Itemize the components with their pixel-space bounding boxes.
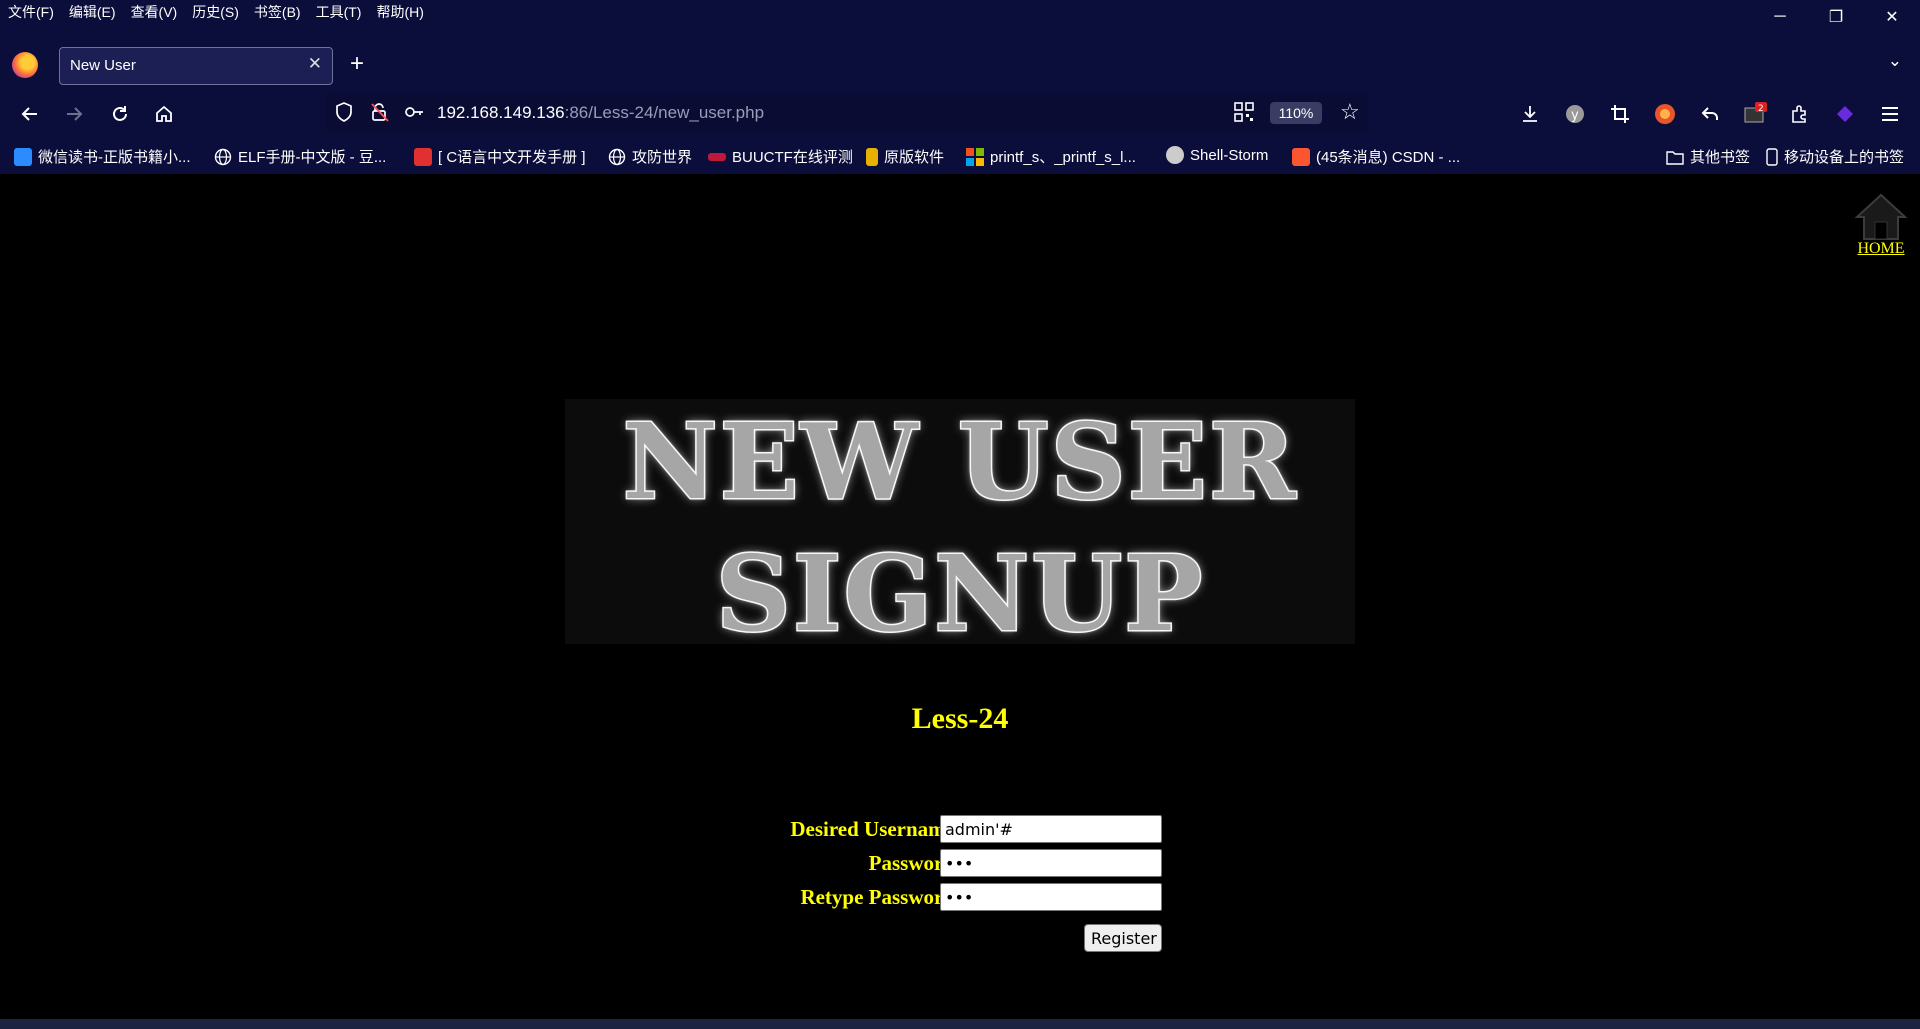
menu-tools[interactable]: 工具(T): [308, 1, 369, 23]
original-software-icon: [866, 147, 878, 166]
globe-icon: [608, 148, 626, 166]
close-window-button[interactable]: ✕: [1864, 0, 1920, 34]
page-content: HOME NEW USER SIGNUP Less-24 Desired Use…: [0, 174, 1920, 1019]
fox-extension-icon[interactable]: [1651, 100, 1679, 128]
menu-view[interactable]: 查看(V): [123, 1, 185, 23]
menu-history[interactable]: 历史(S): [184, 1, 246, 23]
new-user-signup-banner: NEW USER SIGNUP: [565, 399, 1355, 650]
other-bookmarks-label: 其他书签: [1690, 149, 1751, 166]
mobile-bookmarks-label: 移动设备上的书签: [1784, 149, 1905, 166]
browser-chrome: 文件(F) 编辑(E) 查看(V) 历史(S) 书签(B) 工具(T) 帮助(H…: [0, 0, 1920, 174]
username-label: Desired Username:: [790, 817, 962, 841]
home-icon[interactable]: [148, 98, 180, 130]
bookmark-label: 原版软件: [884, 149, 945, 166]
qr-code-icon[interactable]: [1234, 102, 1254, 127]
home-link[interactable]: HOME: [1854, 192, 1908, 258]
bookmark-label: 微信读书-正版书籍小...: [38, 149, 191, 166]
bookmark-item[interactable]: BUUCTF在线评测: [708, 146, 853, 167]
downloads-icon[interactable]: [1516, 100, 1544, 128]
username-input[interactable]: [940, 815, 1162, 843]
folder-icon: [1666, 148, 1684, 166]
undo-icon[interactable]: [1696, 100, 1724, 128]
bookmark-item[interactable]: 攻防世界: [608, 146, 692, 167]
bookmark-label: BUUCTF在线评测: [732, 149, 853, 166]
hamburger-menu-icon[interactable]: [1876, 100, 1904, 128]
shield-icon[interactable]: [335, 102, 353, 127]
bookmark-item[interactable]: Shell-Storm: [1166, 146, 1268, 164]
mobile-device-icon: [1766, 147, 1778, 166]
retype-password-label: Retype Password:: [800, 885, 962, 909]
purple-diamond-extension-icon[interactable]: [1831, 100, 1859, 128]
hackbar-extension-icon[interactable]: 2: [1741, 100, 1769, 128]
url-path: :86/Less-24/new_user.php: [564, 103, 765, 122]
tab-strip: New User ✕ + ⌄: [0, 44, 1920, 88]
crop-icon[interactable]: [1606, 100, 1634, 128]
tab-close-icon[interactable]: ✕: [308, 54, 322, 74]
menu-bar: 文件(F) 编辑(E) 查看(V) 历史(S) 书签(B) 工具(T) 帮助(H…: [0, 0, 1920, 24]
bookmark-item[interactable]: ELF手册-中文版 - 豆...: [214, 146, 386, 167]
retype-password-row: Retype Password:: [740, 882, 1170, 912]
svg-text:2: 2: [1758, 104, 1764, 114]
forward-icon[interactable]: [58, 98, 90, 130]
back-icon[interactable]: [14, 98, 46, 130]
bookmark-star-icon[interactable]: ☆: [1340, 99, 1360, 125]
nav-bar: 192.168.149.136:86/Less-24/new_user.php …: [0, 92, 1920, 136]
password-row: Password:: [740, 848, 1170, 878]
menu-bookmarks[interactable]: 书签(B): [246, 1, 308, 23]
bookmark-label: 攻防世界: [632, 149, 693, 166]
url-host: 192.168.149.136: [437, 103, 565, 122]
yandex-extension-icon[interactable]: y: [1561, 100, 1589, 128]
restore-button[interactable]: ❐: [1808, 0, 1864, 34]
csdn-icon: [1292, 147, 1310, 166]
firefox-logo-icon: [12, 52, 38, 78]
buuctf-icon: [708, 152, 726, 161]
url-text[interactable]: 192.168.149.136:86/Less-24/new_user.php: [437, 103, 764, 123]
home-house-icon[interactable]: [1854, 192, 1908, 242]
c-manual-icon: [414, 147, 432, 166]
retype-password-input[interactable]: [940, 883, 1162, 911]
bookmark-label: ELF手册-中文版 - 豆...: [238, 149, 387, 166]
insecure-lock-icon[interactable]: [371, 102, 389, 127]
bookmark-label: Shell-Storm: [1190, 146, 1269, 164]
url-bar[interactable]: 192.168.149.136:86/Less-24/new_user.php …: [326, 93, 1368, 133]
bookmarks-toolbar: 微信读书-正版书籍小... ELF手册-中文版 - 豆... [ C语言中文开发…: [0, 140, 1920, 172]
username-row: Desired Username:: [740, 814, 1170, 844]
bookmark-item[interactable]: 微信读书-正版书籍小...: [14, 146, 191, 167]
bookmark-label: (45条消息) CSDN - ...: [1316, 149, 1461, 166]
globe-icon: [214, 148, 232, 166]
list-all-tabs-icon[interactable]: ⌄: [1888, 51, 1902, 71]
shell-storm-icon: [1166, 146, 1184, 164]
other-bookmarks-folder[interactable]: 其他书签: [1666, 146, 1750, 167]
home-text[interactable]: HOME: [1854, 240, 1908, 258]
menu-edit[interactable]: 编辑(E): [61, 1, 123, 23]
microsoft-icon: [966, 147, 984, 166]
menu-file[interactable]: 文件(F): [0, 1, 61, 23]
key-icon[interactable]: [404, 102, 424, 127]
extensions-puzzle-icon[interactable]: [1786, 100, 1814, 128]
register-button[interactable]: Register: [1084, 924, 1162, 952]
banner-line-1: NEW USER: [621, 400, 1298, 523]
bookmark-item[interactable]: [ C语言中文开发手册 ]: [414, 146, 586, 167]
svg-text:y: y: [1571, 108, 1579, 123]
window-controls: ─ ❐ ✕: [1752, 0, 1920, 34]
bookmark-label: [ C语言中文开发手册 ]: [438, 149, 586, 166]
bookmark-item[interactable]: (45条消息) CSDN - ...: [1292, 146, 1460, 167]
menu-help[interactable]: 帮助(H): [368, 1, 430, 23]
tab-new-user[interactable]: New User ✕: [59, 47, 333, 85]
bookmark-label: printf_s、_printf_s_l...: [990, 149, 1136, 166]
bookmark-item[interactable]: 原版软件: [866, 146, 944, 167]
mobile-bookmarks-folder[interactable]: 移动设备上的书签: [1766, 146, 1904, 167]
zoom-level-badge[interactable]: 110%: [1270, 102, 1322, 124]
minimize-button[interactable]: ─: [1752, 0, 1808, 34]
level-title: Less-24: [911, 702, 1009, 735]
new-tab-button[interactable]: +: [350, 50, 364, 78]
reload-icon[interactable]: [104, 98, 136, 130]
password-input[interactable]: [940, 849, 1162, 877]
bookmark-item[interactable]: printf_s、_printf_s_l...: [966, 146, 1136, 167]
wechat-read-icon: [14, 147, 32, 166]
banner-line-2: SIGNUP: [714, 532, 1205, 655]
bottom-status-strip: [0, 1019, 1920, 1029]
tab-title: New User: [70, 57, 136, 74]
